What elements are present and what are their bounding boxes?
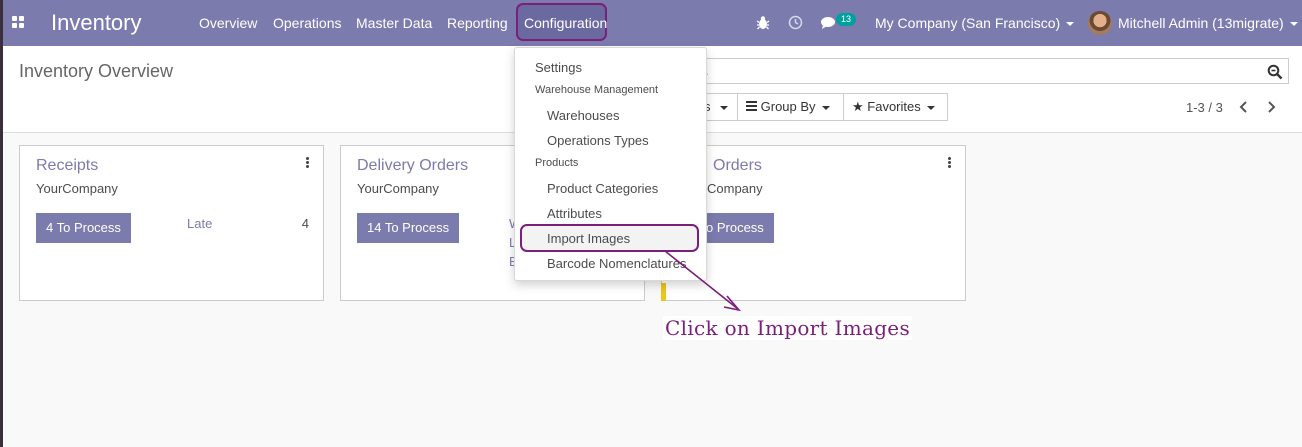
- chevron-right-icon[interactable]: [1266, 101, 1276, 113]
- chevron-left-icon[interactable]: [1239, 101, 1249, 113]
- clock-icon[interactable]: [788, 15, 803, 30]
- group-by-label: Group By: [760, 99, 816, 114]
- menu-configuration[interactable]: Configuration: [524, 15, 607, 31]
- menu-master-data[interactable]: Master Data: [356, 15, 432, 31]
- chat-icon[interactable]: [821, 16, 837, 30]
- filters-button[interactable]: s: [703, 93, 738, 121]
- dropdown-item-warehouses[interactable]: Warehouses: [547, 108, 620, 123]
- favorites-label: Favorites: [867, 99, 921, 114]
- caret-down-icon: [1066, 22, 1075, 27]
- kebab-menu-icon[interactable]: [948, 157, 951, 169]
- favorites-button[interactable]: ★ Favorites: [843, 93, 948, 121]
- company-switcher[interactable]: My Company (San Francisco): [875, 15, 1075, 31]
- bug-icon[interactable]: [756, 15, 770, 30]
- late-link[interactable]: Late: [187, 216, 212, 231]
- top-navbar: Inventory Overview Operations Master Dat…: [3, 0, 1302, 46]
- dropdown-item-product-categories[interactable]: Product Categories: [547, 181, 658, 196]
- dropdown-item-settings[interactable]: Settings: [535, 60, 582, 75]
- group-by-button[interactable]: Group By: [737, 93, 844, 121]
- pager-value[interactable]: 1-3 / 3: [1186, 100, 1223, 115]
- menu-reporting[interactable]: Reporting: [447, 15, 508, 31]
- dropdown-item-barcode-nomenclatures[interactable]: Barcode Nomenclatures: [547, 256, 686, 271]
- search-icon[interactable]: [1267, 64, 1283, 80]
- menu-overview[interactable]: Overview: [199, 15, 257, 31]
- caret-down-icon: [1289, 22, 1298, 27]
- dropdown-item-operations-types[interactable]: Operations Types: [547, 133, 649, 148]
- to-process-button[interactable]: 14 To Process: [357, 213, 460, 243]
- dropdown-header-warehouse: Warehouse Management: [535, 84, 659, 96]
- configuration-dropdown: Settings Warehouse Management Warehouses…: [514, 47, 707, 281]
- bars-icon: [746, 99, 757, 113]
- card-title[interactable]: Receipts: [36, 157, 98, 175]
- card-company: YourCompany: [36, 181, 118, 196]
- menu-operations[interactable]: Operations: [273, 15, 341, 31]
- dropdown-header-products: Products: [535, 157, 579, 169]
- page-title: Inventory Overview: [19, 61, 174, 81]
- card-company: Company: [707, 181, 763, 196]
- to-process-button[interactable]: 4 To Process: [36, 213, 131, 243]
- caret-down-icon: [821, 105, 830, 110]
- star-icon: ★: [852, 99, 864, 114]
- messages-badge: 13: [836, 13, 857, 26]
- user-name: Mitchell Admin (13migrate): [1118, 15, 1284, 31]
- caret-down-icon: [719, 105, 728, 110]
- caret-down-icon: [926, 105, 935, 110]
- card-receipts: Receipts YourCompany 4 To Process Late 4: [19, 145, 324, 301]
- user-avatar[interactable]: [1088, 11, 1112, 35]
- card-title[interactable]: Delivery Orders: [357, 157, 468, 175]
- annotation-label: Click on Import Images: [663, 316, 913, 340]
- dropdown-item-import-images[interactable]: Import Images: [547, 231, 630, 246]
- company-label: My Company (San Francisco): [875, 15, 1061, 31]
- app-title[interactable]: Inventory: [51, 10, 142, 36]
- kebab-menu-icon[interactable]: [306, 157, 309, 169]
- late-count: 4: [301, 216, 309, 231]
- search-input[interactable]: .: [703, 58, 1289, 84]
- card-company: YourCompany: [357, 181, 439, 196]
- user-menu[interactable]: Mitchell Admin (13migrate): [1118, 15, 1298, 31]
- status-color-bar: [661, 283, 666, 301]
- card-title[interactable]: Orders: [713, 157, 762, 175]
- dropdown-item-attributes[interactable]: Attributes: [547, 206, 602, 221]
- apps-grid-icon[interactable]: [12, 16, 25, 29]
